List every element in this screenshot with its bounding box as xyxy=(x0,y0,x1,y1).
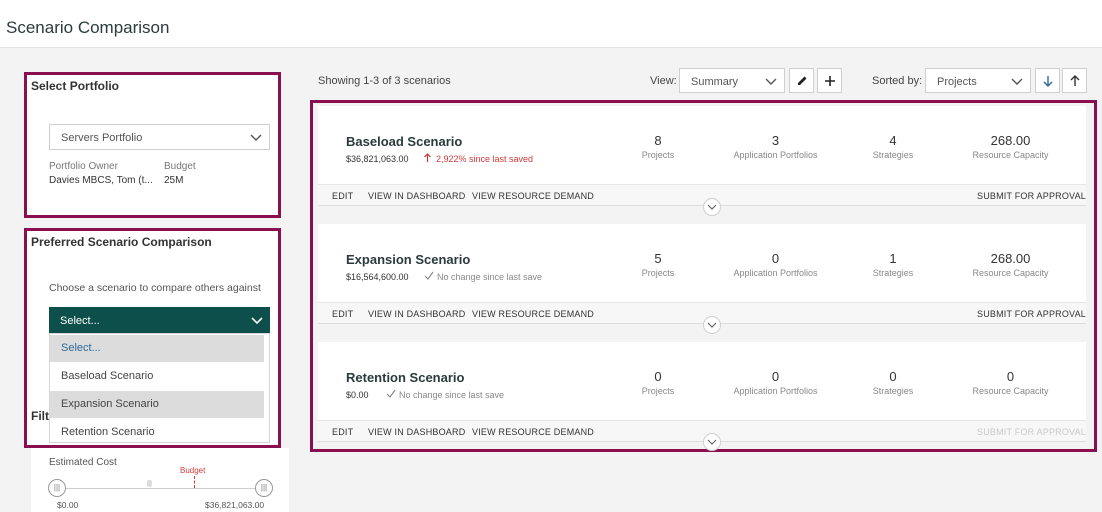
sort-select[interactable]: Projects xyxy=(925,68,1031,93)
metric-projects: 8 Projects xyxy=(641,133,675,160)
metric-projects: 5 Projects xyxy=(641,251,675,278)
budget-marker-line xyxy=(194,476,195,488)
cost-max-value: $36,821,063.00 xyxy=(205,500,265,510)
estimated-cost-label: Estimated Cost xyxy=(49,457,117,468)
metric-app-portfolios: 0 Application Portfolios xyxy=(733,369,818,396)
view-in-dashboard-link[interactable]: VIEW IN DASHBOARD xyxy=(368,191,465,201)
checkmark-icon xyxy=(386,389,396,398)
scenario-actions: EDIT VIEW IN DASHBOARD VIEW RESOURCE DEM… xyxy=(318,302,1086,324)
edit-view-button[interactable] xyxy=(789,68,814,93)
scenario-card: Retention Scenario $0.00 No change since… xyxy=(318,342,1086,420)
chevron-down-icon xyxy=(765,78,777,85)
preferred-select-value: Select... xyxy=(60,315,100,327)
metric-capacity: 268.00 Resource Capacity xyxy=(972,133,1049,160)
metric-strategies: 4 Strategies xyxy=(872,133,914,160)
expand-button[interactable] xyxy=(703,198,721,216)
view-in-dashboard-link[interactable]: VIEW IN DASHBOARD xyxy=(368,427,465,437)
expand-button[interactable] xyxy=(703,433,721,451)
sort-descending-button[interactable] xyxy=(1035,68,1060,93)
scenario-card: Expansion Scenario $16,564,600.00 No cha… xyxy=(318,224,1086,302)
scenario-card: Baseload Scenario $36,821,063.00 2,922% … xyxy=(318,106,1086,184)
scenario-actions: EDIT VIEW IN DASHBOARD VIEW RESOURCE DEM… xyxy=(318,420,1086,442)
dropdown-option-select[interactable]: Select... xyxy=(50,335,264,362)
metric-capacity: 0 Resource Capacity xyxy=(972,369,1049,396)
cost-slider-track xyxy=(64,488,256,489)
metric-app-portfolios: 0 Application Portfolios xyxy=(733,251,818,278)
chevron-down-icon xyxy=(1011,78,1023,85)
arrow-up-icon xyxy=(424,153,431,162)
submit-for-approval-link-disabled: SUBMIT FOR APPROVAL xyxy=(977,427,1086,437)
metric-app-portfolios: 3 Application Portfolios xyxy=(733,133,818,160)
preferred-scenario-select[interactable]: Select... xyxy=(49,307,270,333)
submit-for-approval-link[interactable]: SUBMIT FOR APPROVAL xyxy=(977,309,1086,319)
owner-label: Portfolio Owner xyxy=(49,161,118,172)
chevron-down-icon xyxy=(707,204,717,210)
edit-link[interactable]: EDIT xyxy=(332,427,353,437)
pencil-icon xyxy=(798,76,807,85)
arrow-up-icon xyxy=(1070,75,1080,86)
scenario-amount: $36,821,063.00 xyxy=(346,154,409,164)
expand-button[interactable] xyxy=(703,316,721,334)
budget-label: Budget xyxy=(164,161,196,172)
scenario-amount: $0.00 xyxy=(346,390,369,400)
view-resource-demand-link[interactable]: VIEW RESOURCE DEMAND xyxy=(472,309,594,319)
scenario-name[interactable]: Baseload Scenario xyxy=(346,134,462,149)
edit-link[interactable]: EDIT xyxy=(332,309,353,319)
budget-marker-label: Budget xyxy=(180,466,206,475)
portfolio-select[interactable]: Servers Portfolio xyxy=(49,124,270,150)
preferred-heading: Preferred Scenario Comparison xyxy=(31,235,212,249)
metric-projects: 0 Projects xyxy=(641,369,675,396)
dropdown-option-expansion[interactable]: Expansion Scenario xyxy=(50,391,264,418)
chevron-down-icon xyxy=(250,134,262,141)
chevron-down-icon xyxy=(251,317,263,325)
dropdown-option-retention[interactable]: Retention Scenario xyxy=(50,419,264,446)
chevron-down-icon xyxy=(707,439,717,445)
metric-capacity: 268.00 Resource Capacity xyxy=(972,251,1049,278)
plus-icon xyxy=(825,76,835,86)
scenario-change: No change since last save xyxy=(399,390,505,400)
view-resource-demand-link[interactable]: VIEW RESOURCE DEMAND xyxy=(472,191,594,201)
view-label: View: xyxy=(650,75,677,87)
view-select-value: Summary xyxy=(691,76,739,88)
scenario-change: No change since last save xyxy=(437,272,543,282)
view-in-dashboard-link[interactable]: VIEW IN DASHBOARD xyxy=(368,309,465,319)
submit-for-approval-link[interactable]: SUBMIT FOR APPROVAL xyxy=(977,191,1086,201)
budget-value: 25M xyxy=(164,175,184,186)
scenario-name[interactable]: Expansion Scenario xyxy=(346,252,470,267)
preferred-dropdown-list: Select... Baseload Scenario Expansion Sc… xyxy=(49,333,270,443)
scenario-actions: EDIT VIEW IN DASHBOARD VIEW RESOURCE DEM… xyxy=(318,184,1086,206)
scenario-change: 2,922% since last saved xyxy=(436,154,534,164)
scenario-amount: $16,564,600.00 xyxy=(346,272,409,282)
filters-heading: Filt xyxy=(31,409,49,423)
metric-strategies: 1 Strategies xyxy=(872,251,914,278)
checkmark-icon xyxy=(424,271,434,280)
add-view-button[interactable] xyxy=(817,68,842,93)
sort-ascending-button[interactable] xyxy=(1062,68,1087,93)
owner-value: Davies MBCS, Tom (t... xyxy=(49,175,153,186)
portfolio-heading: Select Portfolio xyxy=(31,79,120,93)
sorted-by-label: Sorted by: xyxy=(872,75,923,87)
scenario-name[interactable]: Retention Scenario xyxy=(346,370,464,385)
slider-max-handle[interactable]: ||| xyxy=(255,479,273,497)
edit-link[interactable]: EDIT xyxy=(332,191,353,201)
preferred-instruction: Choose a scenario to compare others agai… xyxy=(49,282,261,294)
view-select[interactable]: Summary xyxy=(679,68,785,93)
portfolio-select-value: Servers Portfolio xyxy=(61,132,143,144)
cost-min-value: $0.00 xyxy=(57,500,79,510)
arrow-down-icon xyxy=(1043,76,1053,87)
page-title: Scenario Comparison xyxy=(6,18,170,37)
slider-mark xyxy=(147,480,152,487)
slider-min-handle[interactable]: ||| xyxy=(48,479,66,497)
header-bar: Scenario Comparison xyxy=(0,0,1102,48)
chevron-down-icon xyxy=(707,322,717,328)
dropdown-option-baseload[interactable]: Baseload Scenario xyxy=(50,363,264,390)
metric-strategies: 0 Strategies xyxy=(872,369,914,396)
showing-count: Showing 1-3 of 3 scenarios xyxy=(318,75,451,87)
sort-select-value: Projects xyxy=(937,76,977,88)
view-resource-demand-link[interactable]: VIEW RESOURCE DEMAND xyxy=(472,427,594,437)
